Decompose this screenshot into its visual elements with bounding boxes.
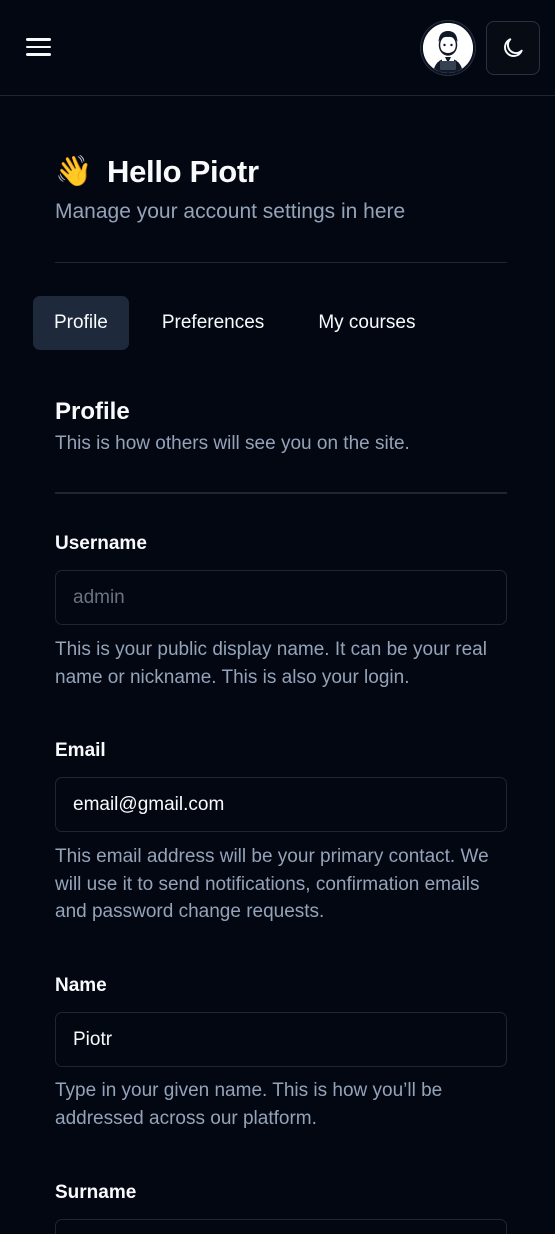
waving-hand-icon: 👋 <box>55 155 93 188</box>
greeting-subtitle: Manage your account settings in here <box>55 200 406 223</box>
surname-field[interactable] <box>55 1219 507 1234</box>
top-navigation-bar <box>0 0 555 96</box>
name-label: Name <box>55 975 107 996</box>
avatar-illustration <box>423 23 473 73</box>
user-avatar-icon[interactable] <box>421 21 475 75</box>
name-field[interactable] <box>55 1012 507 1067</box>
menu-line <box>26 45 51 49</box>
menu-line <box>26 53 51 56</box>
name-help-text: Type in your given name. This is how you… <box>55 1080 443 1129</box>
email-help-text: This email address will be your primary … <box>55 846 489 922</box>
username-label: Username <box>55 533 147 554</box>
email-label: Email <box>55 740 106 761</box>
surname-label: Surname <box>55 1182 137 1203</box>
section-divider <box>55 492 507 494</box>
section-description: This is how others will see you on the s… <box>55 433 410 454</box>
moon-icon <box>504 38 523 57</box>
hamburger-menu-icon[interactable] <box>22 30 56 64</box>
username-field[interactable] <box>55 570 507 625</box>
username-help-text: This is your public display name. It can… <box>55 639 487 688</box>
email-field[interactable] <box>55 777 507 832</box>
tab-preferences[interactable]: Preferences <box>141 296 285 350</box>
greeting-title: Hello Piotr <box>107 154 259 189</box>
tab-profile[interactable]: Profile <box>33 296 129 350</box>
menu-line <box>26 38 51 41</box>
header-divider <box>55 262 507 263</box>
section-title: Profile <box>55 398 130 425</box>
theme-toggle-button[interactable] <box>486 21 540 75</box>
greeting: 👋 Hello Piotr <box>55 154 259 190</box>
settings-tabs: Profile Preferences My courses <box>33 296 436 350</box>
tab-my-courses[interactable]: My courses <box>297 296 436 350</box>
